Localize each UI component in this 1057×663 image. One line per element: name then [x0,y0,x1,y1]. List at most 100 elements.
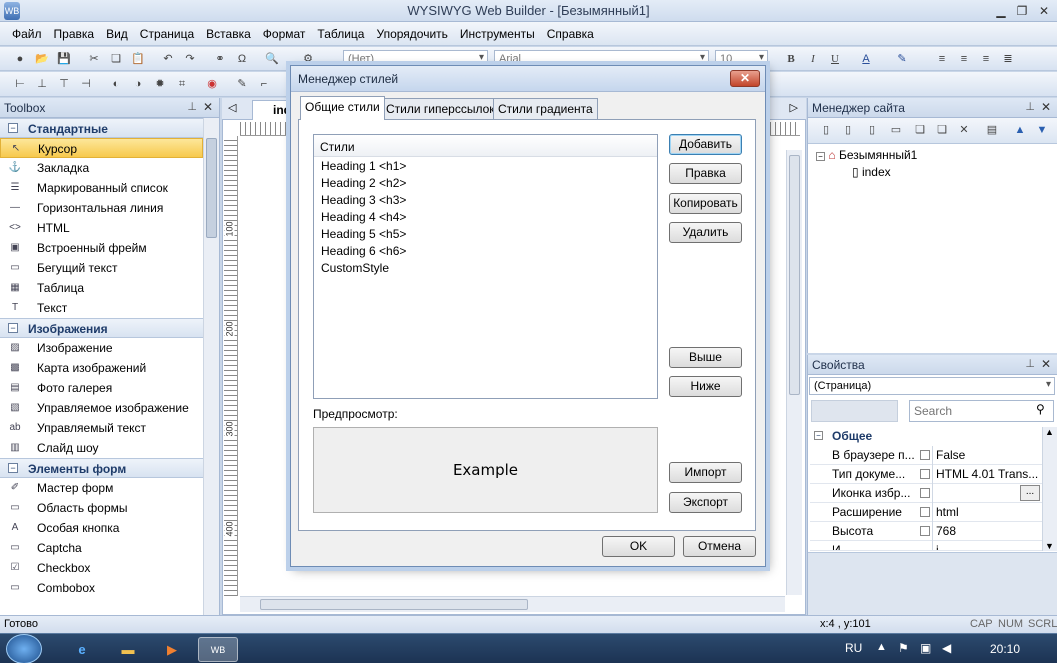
move-up-icon[interactable]: ▲ [1012,122,1028,138]
new-page-alt-icon[interactable]: ▯ [840,122,856,138]
wysiwyg-taskbar-icon[interactable]: WB [198,637,238,662]
delete-button[interactable]: Удалить [669,222,742,243]
send-back-icon[interactable]: ◑ [130,76,146,92]
property-row[interactable]: Расширение html [810,503,1042,522]
crop-icon[interactable]: ⌐ [256,76,272,92]
collapse-icon[interactable]: − [814,431,823,440]
edit-icon[interactable] [920,488,930,498]
scroll-up-icon[interactable]: ▲ [1045,427,1054,437]
toolbox-item-rollover-image[interactable]: ▧ Управляемое изображение [0,398,203,418]
color-icon[interactable]: ◉ [204,76,220,92]
close-icon[interactable]: ✕ [1041,100,1051,114]
restore-icon[interactable]: ❐ [1013,3,1031,19]
align-obj-bottom-icon[interactable]: ⊥ [34,76,50,92]
align-justify-icon[interactable]: ≣ [1000,51,1016,67]
network-icon[interactable]: ▣ [920,641,931,655]
bold-icon[interactable]: B [783,51,799,67]
pin-icon[interactable]: ⊥ [1025,357,1035,370]
cut-icon[interactable]: ✂ [86,51,102,67]
property-row[interactable]: Высота 768 [810,522,1042,541]
list-item[interactable]: CustomStyle [314,259,657,276]
toolbox-item-marquee[interactable]: ▭ Бегущий текст [0,258,203,278]
properties-scrollbar[interactable]: ▲ ▼ [1042,427,1057,551]
toolbox-scrollbar[interactable] [203,118,219,615]
pin-icon[interactable]: ⊥ [187,100,197,113]
ie-icon[interactable]: e [62,637,102,662]
styles-list[interactable]: Стили Heading 1 <h1> Heading 2 <h2> Head… [313,134,658,399]
property-row[interactable]: В браузере п... False [810,446,1042,465]
toolbox-group-forms[interactable]: − Элементы форм [0,458,203,478]
undo-icon[interactable]: ↶ [160,51,176,67]
object-selector[interactable]: (Страница) [809,377,1055,395]
menu-arrange[interactable]: Упорядочить [370,27,453,41]
list-item[interactable]: Heading 4 <h4> [314,208,657,225]
browse-button[interactable]: ... [1020,485,1040,501]
tab-scroll-left-icon[interactable]: ◁ [228,101,236,114]
toolbox-item-image-map[interactable]: ▩ Карта изображений [0,358,203,378]
duplicate-icon[interactable]: ❏ [912,122,928,138]
close-icon[interactable]: ✕ [1035,3,1053,19]
new-page-icon[interactable]: ▯ [818,122,834,138]
export-button[interactable]: Экспорт [669,492,742,513]
open-icon[interactable]: 📂 [34,51,50,67]
toolbox-item-bookmark[interactable]: ⚓ Закладка [0,158,203,178]
language-indicator[interactable]: RU [845,641,862,655]
align-left-icon[interactable]: ≡ [934,51,950,67]
move-down-button[interactable]: Ниже [669,376,742,397]
italic-icon[interactable]: I [805,51,821,67]
editor-horizontal-scrollbar[interactable] [240,596,785,612]
menu-table[interactable]: Таблица [311,27,370,41]
category-general[interactable]: − Общее [810,427,1040,446]
toolbox-item-combobox[interactable]: ▭ Combobox [0,578,203,598]
link-icon[interactable]: ⚭ [212,51,228,67]
editor-vertical-scrollbar[interactable] [786,150,802,595]
property-value[interactable]: HTML 4.01 Trans... [936,467,1038,481]
underline-icon[interactable]: U [827,51,843,67]
edit-icon[interactable] [920,469,930,479]
align-right-icon[interactable]: ≡ [978,51,994,67]
toolbox-item-cursor[interactable]: ↖ Курсор [0,138,203,158]
tab-hyperlink-styles[interactable]: Стили гиперссылок [381,98,500,119]
minimize-icon[interactable]: ▁ [992,3,1010,19]
list-item[interactable]: Heading 3 <h3> [314,191,657,208]
grid-icon[interactable]: ⌗ [174,76,190,92]
ok-button[interactable]: OK [602,536,675,557]
toolbox-item-image[interactable]: ▨ Изображение [0,338,203,358]
collapse-icon[interactable]: − [816,152,825,161]
explorer-icon[interactable]: ▬ [108,637,148,662]
property-value[interactable]: 768 [936,524,956,538]
toolbox-item-text[interactable]: T Текст [0,298,203,318]
scroll-thumb[interactable] [206,138,217,238]
list-item[interactable]: Heading 6 <h6> [314,242,657,259]
tree-root[interactable]: − ⌂ Безымянный1 [816,148,917,162]
align-obj-center-icon[interactable]: ⊤ [56,76,72,92]
copy-icon[interactable]: ❏ [108,51,124,67]
bring-front-icon[interactable]: ◐ [108,76,124,92]
pin-icon[interactable]: ⊥ [1025,100,1035,113]
menu-help[interactable]: Справка [541,27,600,41]
align-center-icon[interactable]: ≡ [956,51,972,67]
tab-gradient-styles[interactable]: Стили градиента [493,98,598,119]
toolbox-item-table[interactable]: ▦ Таблица [0,278,203,298]
volume-icon[interactable]: ◀ [942,641,951,655]
list-item[interactable]: Heading 1 <h1> [314,157,657,174]
start-button[interactable] [6,634,42,663]
property-row[interactable]: И... i... [810,541,1042,551]
collapse-icon[interactable]: − [8,463,18,473]
tree-page-index[interactable]: ▯ index [852,165,891,179]
new-icon[interactable]: ● [12,51,28,67]
copy-button[interactable]: Копировать [669,193,742,214]
toolbox-item-special-button[interactable]: A Особая кнопка [0,518,203,538]
page-settings-icon[interactable]: ▤ [984,122,1000,138]
toolbox-item-slideshow[interactable]: ▥ Слайд шоу [0,438,203,458]
toolbox-item-form-area[interactable]: ▭ Область формы [0,498,203,518]
toolbox-item-hr[interactable]: — Горизонтальная линия [0,198,203,218]
property-row[interactable]: Иконка избр...... [810,484,1042,503]
search-icon[interactable]: ⚲ [1036,402,1045,416]
menu-page[interactable]: Страница [134,27,200,41]
tray-arrow-icon[interactable]: ▲ [876,641,887,653]
edit-icon[interactable] [920,526,930,536]
import-button[interactable]: Импорт [669,462,742,483]
list-item[interactable]: Heading 2 <h2> [314,174,657,191]
menu-format[interactable]: Формат [257,27,312,41]
